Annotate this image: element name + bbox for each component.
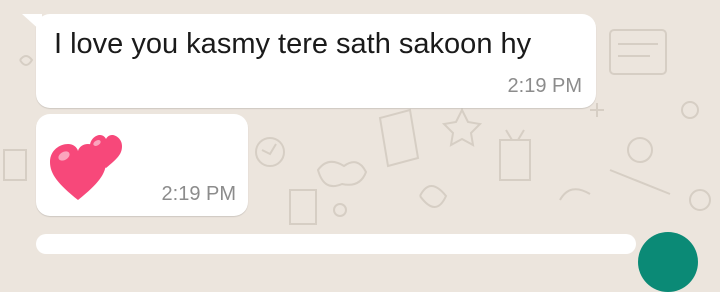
message-bubble-partial[interactable] <box>36 234 636 254</box>
two-hearts-icon <box>50 135 122 200</box>
message-text: I love you kasmy tere sath sakoon hy <box>54 28 532 60</box>
message-bubble[interactable]: I love you kasmy tere sath sakoon hy 2:1… <box>22 14 596 108</box>
scroll-down-button[interactable] <box>638 232 698 292</box>
message-timestamp: 2:19 PM <box>507 75 582 97</box>
bubble-tail <box>22 14 42 32</box>
emoji-message-bubble[interactable]: 2:19 PM <box>36 114 248 216</box>
message-timestamp: 2:19 PM <box>161 183 236 205</box>
